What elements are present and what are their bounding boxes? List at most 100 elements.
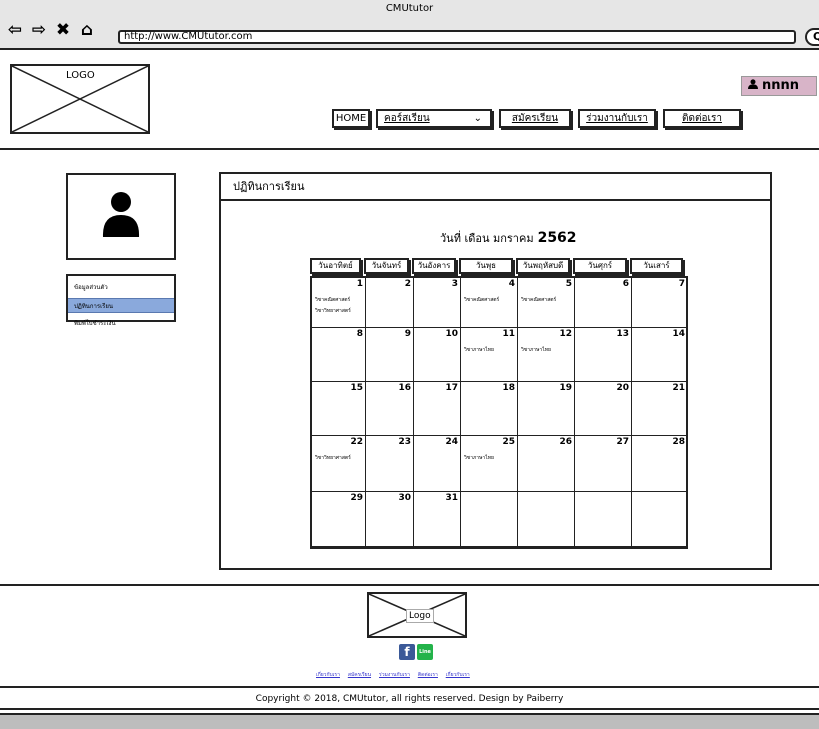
calendar-day-cell[interactable]: 10 [414, 328, 461, 382]
nav-register[interactable]: สมัครเรียน [499, 109, 571, 128]
site-footer: Logo f Line เกี่ยวกับเรา สมัครเรียน ร่วม… [0, 584, 819, 713]
calendar-day-cell[interactable]: 24 [414, 436, 461, 492]
calendar-day-cell[interactable]: 27 [575, 436, 632, 492]
calendar-day-cell[interactable]: 15 [312, 382, 366, 436]
calendar-day-number: 25 [502, 437, 515, 447]
calendar-day-cell[interactable]: 31 [414, 492, 461, 547]
browser-status-bar [0, 713, 819, 729]
calendar-day-cell[interactable]: 26 [518, 436, 575, 492]
calendar-grid: 1 วิชาคณิตศาสตร์ วิชาวิทยาศาสตร์ 2 3 4 วิชาคณิ… [310, 276, 688, 549]
footer-link-about-2[interactable]: เกี่ยวกับเรา [446, 671, 470, 679]
panel-title: ปฏิทินการเรียน [221, 174, 770, 201]
calendar-day-cell[interactable]: 12 วิชาภาษาไทย [518, 328, 575, 382]
calendar-day-cell[interactable]: 8 [312, 328, 366, 382]
calendar-day-cell[interactable]: 18 [461, 382, 518, 436]
calendar-day-number: 17 [445, 383, 458, 393]
close-icon[interactable]: ✖ [54, 22, 72, 39]
calendar-day-cell[interactable] [575, 492, 632, 547]
calendar-day-number: 22 [350, 437, 363, 447]
sidebar-item-schedule[interactable]: ปฏิทินการเรียน [68, 298, 174, 313]
calendar-event[interactable]: วิชาภาษาไทย [464, 454, 494, 462]
calendar-month-label: วันที่ เดือน มกราคม [440, 232, 534, 245]
weekday-header: วันเสาร์ [630, 258, 683, 274]
user-name: nnnn [762, 78, 800, 93]
calendar-day-cell[interactable] [461, 492, 518, 547]
footer-logo[interactable]: Logo [367, 592, 467, 638]
copyright-text: Copyright © 2018, CMUtutor, all rights r… [0, 686, 819, 710]
weekday-header: วันพุธ [459, 258, 513, 274]
calendar-day-cell[interactable]: 19 [518, 382, 575, 436]
calendar-event[interactable]: วิชาวิทยาศาสตร์ [315, 307, 351, 315]
address-bar[interactable]: http://www.CMUtutor.com [118, 30, 796, 44]
browser-toolbar: CMUtutor ⇦ ⇨ ✖ ⌂ http://www.CMUtutor.com… [0, 0, 819, 50]
calendar-day-number: 11 [502, 329, 515, 339]
calendar-day-cell[interactable]: 9 [366, 328, 414, 382]
calendar-day-number: 24 [445, 437, 458, 447]
calendar-day-cell[interactable]: 25 วิชาภาษาไทย [461, 436, 518, 492]
chevron-down-icon: ⌄ [473, 113, 482, 124]
calendar-day-cell[interactable] [632, 492, 688, 547]
sidebar-item-payment[interactable]: พิมพ์ใบชำระเงิน [68, 316, 174, 331]
footer-link-contact[interactable]: ติดต่อเรา [418, 671, 438, 679]
calendar-day-cell[interactable]: 4 วิชาคณิตศาสตร์ [461, 278, 518, 328]
calendar-event[interactable]: วิชาคณิตศาสตร์ [464, 296, 499, 304]
calendar-day-number: 6 [622, 279, 629, 289]
footer-link-about[interactable]: เกี่ยวกับเรา [316, 671, 340, 679]
nav-courses-dropdown[interactable]: คอร์สเรียน ⌄ [376, 109, 492, 128]
calendar-day-number: 21 [672, 383, 685, 393]
calendar-event[interactable]: วิชาคณิตศาสตร์ [521, 296, 556, 304]
calendar-day-cell[interactable]: 29 [312, 492, 366, 547]
calendar-day-cell[interactable]: 21 [632, 382, 688, 436]
calendar-day-cell[interactable]: 5 วิชาคณิตศาสตร์ [518, 278, 575, 328]
calendar-day-cell[interactable]: 16 [366, 382, 414, 436]
calendar-day-cell[interactable]: 3 [414, 278, 461, 328]
calendar-day-cell[interactable]: 22 วิชาวิทยาศาสตร์ [312, 436, 366, 492]
sidebar-item-profile[interactable]: ข้อมูลส่วนตัว [68, 280, 174, 295]
nav-contact[interactable]: ติดต่อเรา [663, 109, 741, 128]
calendar-day-cell[interactable]: 14 [632, 328, 688, 382]
nav-home[interactable]: HOME [332, 109, 370, 128]
weekday-header: วันอาทิตย์ [310, 258, 361, 274]
calendar-day-number: 23 [398, 437, 411, 447]
calendar-day-cell[interactable]: 17 [414, 382, 461, 436]
weekday-header: วันศุกร์ [573, 258, 627, 274]
calendar-day-cell[interactable]: 28 [632, 436, 688, 492]
footer-link-register[interactable]: สมัครเรียน [348, 671, 371, 679]
calendar-day-cell[interactable]: 13 [575, 328, 632, 382]
calendar-event[interactable]: วิชาวิทยาศาสตร์ [315, 454, 351, 462]
forward-icon[interactable]: ⇨ [30, 22, 48, 39]
calendar-day-number: 28 [672, 437, 685, 447]
calendar-day-number: 8 [356, 329, 363, 339]
calendar-day-cell[interactable]: 6 [575, 278, 632, 328]
calendar-day-cell[interactable]: 7 [632, 278, 688, 328]
user-account-button[interactable]: nnnn [741, 76, 817, 96]
calendar-event[interactable]: วิชาคณิตศาสตร์ [315, 296, 350, 304]
calendar-event[interactable]: วิชาภาษาไทย [464, 346, 494, 354]
calendar-day-number: 10 [445, 329, 458, 339]
weekday-header: วันพฤหัสบดี [516, 258, 570, 274]
calendar-day-number: 4 [508, 279, 515, 289]
footer-link-partner[interactable]: ร่วมงานกับเรา [379, 671, 410, 679]
line-icon[interactable]: Line [417, 644, 433, 660]
calendar-day-cell[interactable]: 23 [366, 436, 414, 492]
calendar-day-cell[interactable]: 30 [366, 492, 414, 547]
footer-links: เกี่ยวกับเรา สมัครเรียน ร่วมงานกับเรา ติ… [316, 671, 470, 679]
calendar-day-cell[interactable] [518, 492, 575, 547]
nav-courses-label: คอร์สเรียน [384, 113, 430, 124]
site-logo[interactable]: LOGO [10, 64, 150, 134]
calendar-day-number: 9 [404, 329, 411, 339]
calendar-day-number: 12 [559, 329, 572, 339]
nav-partner[interactable]: ร่วมงานกับเรา [578, 109, 656, 128]
calendar-event[interactable]: วิชาภาษาไทย [521, 346, 551, 354]
facebook-icon[interactable]: f [399, 644, 415, 660]
user-icon [748, 79, 758, 89]
back-icon[interactable]: ⇦ [6, 22, 24, 39]
search-icon[interactable]: Q [805, 28, 819, 46]
calendar-day-number: 3 [451, 279, 458, 289]
calendar-day-cell[interactable]: 20 [575, 382, 632, 436]
calendar-day-cell[interactable]: 2 [366, 278, 414, 328]
calendar-day-cell[interactable]: 11 วิชาภาษาไทย [461, 328, 518, 382]
calendar-day-cell[interactable]: 1 วิชาคณิตศาสตร์ วิชาวิทยาศาสตร์ [312, 278, 366, 328]
home-icon[interactable]: ⌂ [78, 22, 96, 39]
calendar-day-number: 18 [502, 383, 515, 393]
